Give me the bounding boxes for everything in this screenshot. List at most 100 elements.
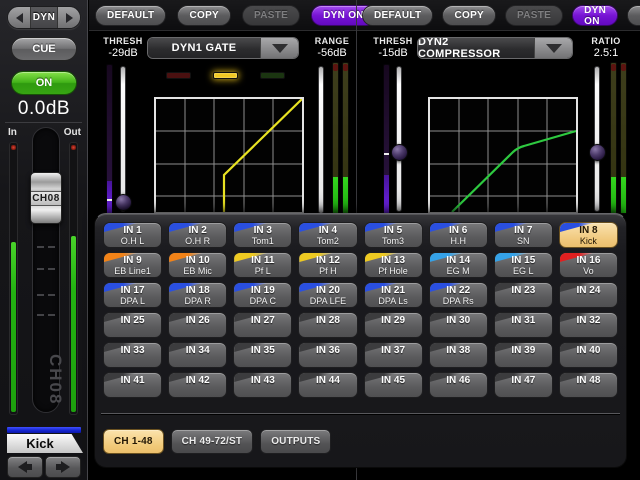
channel-button-in-37[interactable]: IN 37 [364,342,423,368]
fader-tick [37,246,55,248]
channel-button-in-39[interactable]: IN 39 [494,342,553,368]
channel-button-in-28[interactable]: IN 28 [298,312,357,338]
tab-ch-1-48[interactable]: CH 1-48 [103,429,164,454]
channel-button-in-32[interactable]: IN 32 [559,312,618,338]
channel-button-in-30[interactable]: IN 30 [429,312,488,338]
dyn1-range-slider[interactable] [318,66,324,214]
channel-button-in-17[interactable]: IN 17DPA L [103,282,162,308]
channel-button-in-12[interactable]: IN 12Pf H [298,252,357,278]
channel-button-in-45[interactable]: IN 45 [364,372,423,398]
channel-name: SN [495,236,552,247]
output-level-meter [69,142,78,415]
cue-button[interactable]: CUE [11,37,77,61]
chevron-right-icon [66,13,73,23]
mixer-button[interactable]: MIXER [627,5,640,26]
channel-button-in-34[interactable]: IN 34 [168,342,227,368]
channel-id: IN 14 [430,255,487,266]
channel-button-in-43[interactable]: IN 43 [233,372,292,398]
dyn2-copy-button[interactable]: COPY [442,5,496,26]
channel-button-in-31[interactable]: IN 31 [494,312,553,338]
channel-button-in-18[interactable]: IN 18DPA R [168,282,227,308]
channel-button-in-5[interactable]: IN 5Tom3 [364,222,423,248]
channel-button-in-10[interactable]: IN 10EB Mic [168,252,227,278]
channel-button-in-24[interactable]: IN 24 [559,282,618,308]
channel-button-in-29[interactable]: IN 29 [364,312,423,338]
channel-button-in-44[interactable]: IN 44 [298,372,357,398]
channel-button-in-38[interactable]: IN 38 [429,342,488,368]
channel-id: IN 31 [495,315,552,326]
channel-button-in-2[interactable]: IN 2O.H R [168,222,227,248]
input-meter-fill [11,242,16,412]
channel-button-in-20[interactable]: IN 20DPA LFE [298,282,357,308]
mixer-app: DYN CUE ON 0.0dB In Out CH08 CH08 [0,0,640,480]
dyn2-on-button[interactable]: DYN ON [572,5,618,26]
channel-button-in-1[interactable]: IN 1O.H L [103,222,162,248]
processor-prev-button[interactable] [8,7,31,28]
dyn1-default-button[interactable]: DEFAULT [95,5,166,26]
channel-button-in-25[interactable]: IN 25 [103,312,162,338]
channel-button-in-9[interactable]: IN 9EB Line1 [103,252,162,278]
channel-button-in-13[interactable]: IN 13Pf Hole [364,252,423,278]
channel-button-in-14[interactable]: IN 14EG M [429,252,488,278]
channel-button-in-40[interactable]: IN 40 [559,342,618,368]
channel-button-in-7[interactable]: IN 7SN [494,222,553,248]
dyn1-thresh-slider[interactable] [120,66,126,212]
output-clip-led [71,145,76,150]
channel-button-in-23[interactable]: IN 23 [494,282,553,308]
channel-name: O.H R [169,236,226,247]
dyn2-thresh-slider-thumb[interactable] [391,144,408,161]
channel-id: IN 45 [365,375,422,386]
fader-knob[interactable]: CH08 [30,172,62,224]
channel-button-in-26[interactable]: IN 26 [168,312,227,338]
channel-button-in-42[interactable]: IN 42 [168,372,227,398]
channel-name: Tom2 [299,236,356,247]
channel-button-in-6[interactable]: IN 6H.H [429,222,488,248]
fader-tick [37,268,55,270]
channel-name: DPA LFE [299,296,356,307]
channel-name: Vo [560,266,617,277]
tab-outputs[interactable]: OUTPUTS [260,429,331,454]
channel-button-in-15[interactable]: IN 15EG L [494,252,553,278]
channel-button-in-16[interactable]: IN 16Vo [559,252,618,278]
channel-button-in-46[interactable]: IN 46 [429,372,488,398]
channel-on-button[interactable]: ON [11,71,77,95]
channel-name: Kick [560,236,617,247]
channel-button-in-27[interactable]: IN 27 [233,312,292,338]
gate-status-leds [166,72,285,79]
channel-id: IN 23 [495,285,552,296]
dyn1-copy-button[interactable]: COPY [177,5,231,26]
channel-button-in-48[interactable]: IN 48 [559,372,618,398]
dyn1-toolbar-group: DEFAULT COPY PASTE DYN ON [95,5,376,26]
channel-button-in-19[interactable]: IN 19DPA C [233,282,292,308]
channel-button-in-11[interactable]: IN 11Pf L [233,252,292,278]
channel-button-in-36[interactable]: IN 36 [298,342,357,368]
channel-next-button[interactable] [45,456,81,478]
dyn2-default-button[interactable]: DEFAULT [362,5,433,26]
channel-button-in-33[interactable]: IN 33 [103,342,162,368]
dyn2-ratio-slider[interactable] [594,66,600,212]
channel-id: IN 18 [169,285,226,296]
dyn1-thresh-slider-thumb[interactable] [115,194,132,211]
channel-name-label[interactable]: Kick [7,434,83,453]
channel-button-in-22[interactable]: IN 22DPA Rs [429,282,488,308]
dyn2-ratio-slider-thumb[interactable] [589,144,606,161]
dyn2-paste-button[interactable]: PASTE [505,5,563,26]
dyn2-thresh-slider[interactable] [396,66,402,212]
dyn1-paste-button[interactable]: PASTE [242,5,300,26]
channel-button-in-21[interactable]: IN 21DPA Ls [364,282,423,308]
channel-button-in-47[interactable]: IN 47 [494,372,553,398]
processor-next-button[interactable] [57,7,80,28]
dyn1-type-dropdown[interactable]: DYN1 GATE [147,37,299,59]
channel-button-in-41[interactable]: IN 41 [103,372,162,398]
dyn2-type-dropdown[interactable]: DYN2 COMPRESSOR [417,37,573,59]
channel-prev-button[interactable] [7,456,43,478]
tab-ch-49-72-st[interactable]: CH 49-72/ST [171,429,254,454]
channel-button-in-3[interactable]: IN 3Tom1 [233,222,292,248]
channel-button-in-4[interactable]: IN 4Tom2 [298,222,357,248]
channel-button-in-8[interactable]: IN 8Kick [559,222,618,248]
channel-id: IN 27 [234,315,291,326]
channel-name: Pf L [234,266,291,277]
channel-name: EB Mic [169,266,226,277]
channel-id: IN 39 [495,345,552,356]
channel-button-in-35[interactable]: IN 35 [233,342,292,368]
